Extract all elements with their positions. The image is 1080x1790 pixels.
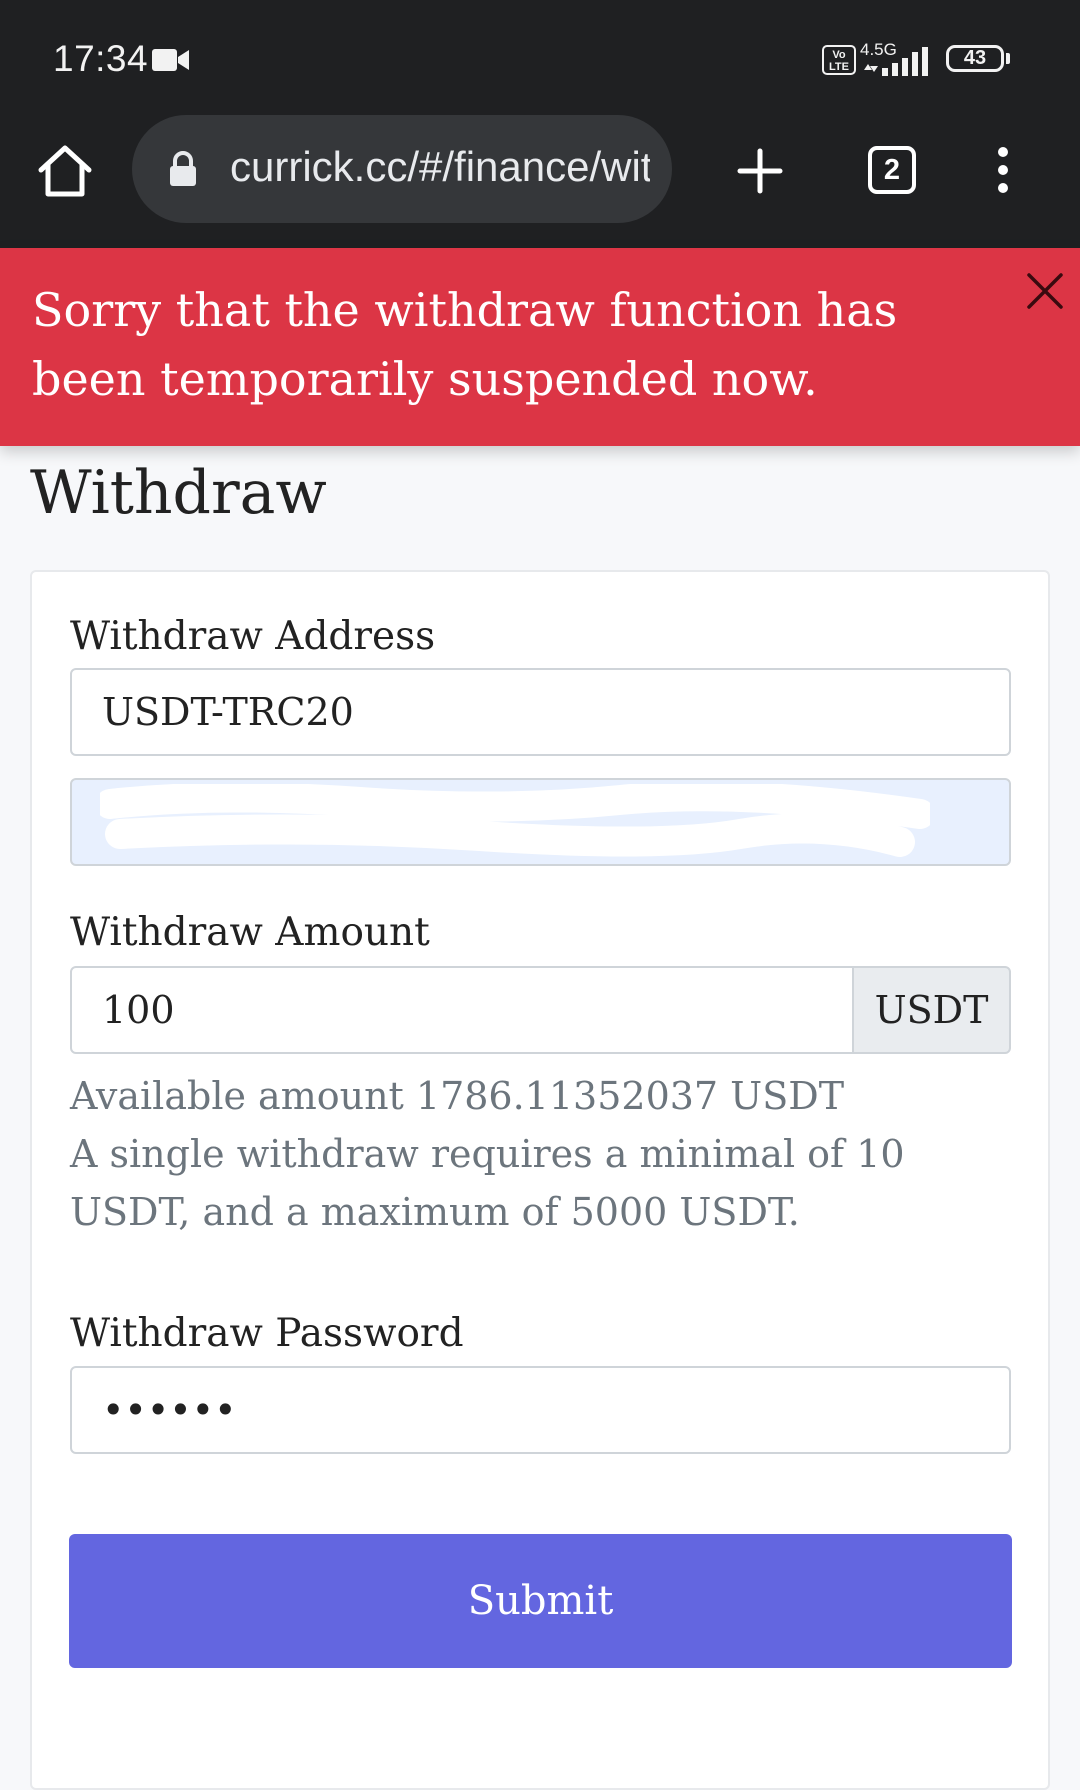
battery-level: 43	[963, 47, 987, 69]
more-menu-icon[interactable]	[994, 146, 1012, 194]
amount-unit: USDT	[852, 966, 1011, 1054]
page-title: Withdraw	[30, 458, 327, 528]
tab-count: 2	[883, 153, 901, 186]
home-icon[interactable]	[36, 142, 94, 200]
url-text: currick.cc/#/finance/withdraw	[230, 143, 650, 190]
svg-text:LTE: LTE	[829, 61, 849, 73]
password-input[interactable]: ••••••	[70, 1366, 1011, 1454]
signal-strength-icon	[864, 47, 928, 76]
battery-indicator: 43	[946, 45, 1004, 72]
status-time: 17:34	[53, 38, 149, 79]
wallet-address-input[interactable]	[70, 778, 1011, 866]
alert-message: Sorry that the withdraw function has bee…	[32, 283, 898, 406]
address-type-select[interactable]: USDT-TRC20	[70, 668, 1011, 756]
video-camera-icon	[152, 49, 189, 71]
battery-tip	[1006, 53, 1010, 64]
new-tab-plus-icon[interactable]	[736, 147, 784, 195]
volte-icon: Vo LTE	[822, 45, 856, 75]
svg-text:Vo: Vo	[832, 49, 846, 61]
withdraw-address-label: Withdraw Address	[70, 614, 436, 659]
withdraw-amount-label: Withdraw Amount	[70, 910, 430, 955]
error-alert: Sorry that the withdraw function has bee…	[0, 248, 1080, 446]
lock-icon	[170, 151, 196, 186]
close-icon[interactable]	[1026, 272, 1064, 310]
tab-switcher-button[interactable]: 2	[868, 146, 916, 194]
withdraw-limit-text: A single withdraw requires a minimal of …	[70, 1132, 905, 1234]
submit-button[interactable]: Submit	[69, 1534, 1012, 1668]
address-bar[interactable]: currick.cc/#/finance/withdraw	[132, 115, 672, 223]
browser-chrome: 17:34 Vo LTE 4.5G 43 currick.cc/#/financ…	[0, 0, 1080, 248]
amount-input[interactable]: 100	[70, 966, 854, 1054]
withdraw-password-label: Withdraw Password	[70, 1311, 464, 1356]
available-amount-text: Available amount 1786.11352037 USDT	[70, 1074, 845, 1118]
redaction-scribble	[100, 784, 930, 857]
